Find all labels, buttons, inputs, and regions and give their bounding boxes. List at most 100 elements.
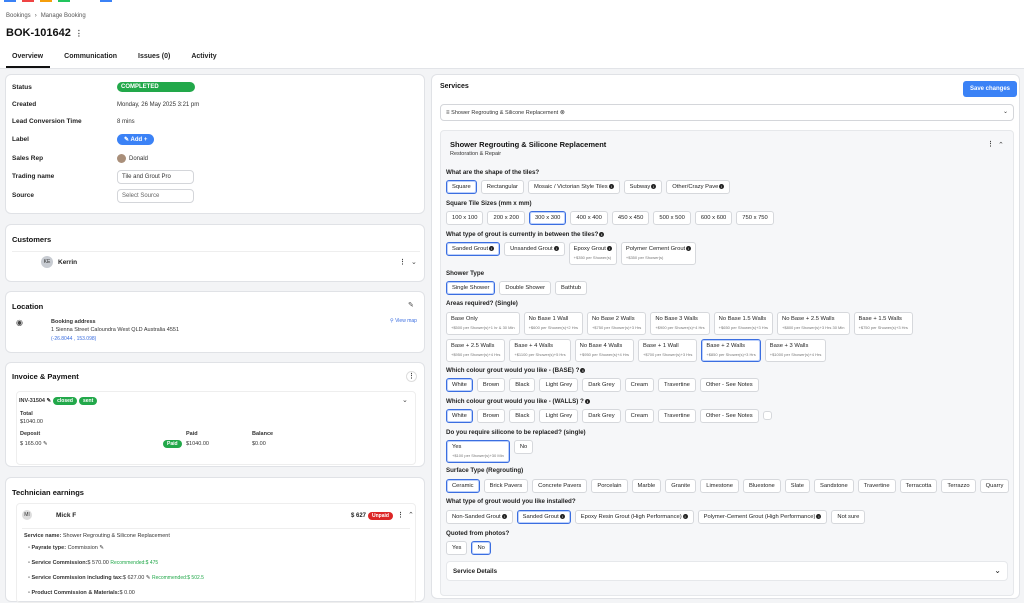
option-colour[interactable]: Light Grey bbox=[539, 409, 579, 423]
option-colour[interactable]: Brown bbox=[476, 378, 506, 392]
tab-activity[interactable]: Activity bbox=[185, 50, 223, 68]
option-colour[interactable]: Other - See Notes bbox=[699, 409, 759, 423]
option-silicone-no[interactable]: No bbox=[513, 440, 534, 454]
chevron-down-icon[interactable]: ⌄ bbox=[402, 396, 408, 404]
option-size[interactable]: 450 x 450 bbox=[611, 211, 650, 225]
chevron-up-icon[interactable]: ⌃ bbox=[408, 511, 414, 519]
service-details-accordion[interactable]: Service Details ⌄ bbox=[446, 561, 1008, 581]
edit-icon[interactable]: ✎ bbox=[146, 575, 151, 581]
add-label-button[interactable]: ✎ Add + bbox=[117, 134, 155, 145]
option-polymer-grout[interactable]: Polymer Cement Grout i +$350 per Shower(s) bbox=[620, 242, 697, 266]
option-not-sure[interactable]: Not sure bbox=[831, 510, 866, 524]
more-icon[interactable]: ⋮ bbox=[397, 511, 404, 519]
option-double-shower[interactable]: Double Shower bbox=[499, 281, 552, 295]
option-single-shower[interactable]: Single Shower bbox=[446, 281, 496, 295]
chevron-down-icon[interactable]: ⌄ bbox=[994, 566, 1001, 575]
option-size[interactable]: 100 x 100 bbox=[446, 211, 484, 225]
option-surface[interactable]: Porcelain bbox=[591, 479, 628, 493]
edit-icon[interactable]: ✎ bbox=[99, 545, 104, 551]
more-icon[interactable]: ⋮ bbox=[74, 29, 84, 39]
option-surface[interactable]: Ceramic bbox=[446, 479, 480, 493]
services-select[interactable]: ≡ Shower Regrouting & Silicone Replaceme… bbox=[440, 104, 1014, 121]
option-area[interactable]: Base + 2.5 Walls +$950 per Shower(s)+4 Hr… bbox=[446, 339, 506, 362]
option-colour[interactable]: White bbox=[446, 378, 473, 392]
option-epoxy-grout[interactable]: Epoxy Grout i +$350 per Shower(s) bbox=[568, 242, 617, 266]
option-colour[interactable]: Black bbox=[509, 378, 536, 392]
close-icon[interactable]: ⊗ bbox=[560, 110, 565, 116]
option-colour[interactable]: Travertine bbox=[658, 409, 696, 423]
option-colour[interactable]: Dark Grey bbox=[582, 378, 621, 392]
extra-checkbox[interactable] bbox=[762, 411, 772, 420]
tab-overview[interactable]: Overview bbox=[6, 50, 51, 68]
option-surface[interactable]: Limestone bbox=[700, 479, 739, 493]
option-size[interactable]: 300 x 300 bbox=[528, 211, 567, 225]
option-colour[interactable]: Dark Grey bbox=[582, 409, 621, 423]
option-colour[interactable]: Light Grey bbox=[539, 378, 579, 392]
option-surface[interactable]: Terrazzo bbox=[941, 479, 976, 493]
customer-name[interactable]: Kerrin bbox=[58, 259, 77, 266]
option-colour[interactable]: Brown bbox=[476, 409, 506, 423]
edit-icon[interactable]: ✎ bbox=[408, 301, 414, 309]
option-sanded-grout[interactable]: Sanded Grout i bbox=[446, 242, 501, 256]
technician-name[interactable]: Mick F bbox=[56, 512, 76, 519]
option-area[interactable]: No Base + 2.5 Walls +$800 per Shower(s)+3… bbox=[777, 312, 850, 335]
trading-name-input[interactable]: Tile and Grout Pro bbox=[117, 170, 194, 184]
option-crazy-pave[interactable]: Other/Crazy Pave i bbox=[666, 180, 731, 194]
option-size[interactable]: 750 x 750 bbox=[736, 211, 774, 225]
option-area[interactable]: No Base 3 Walls +$900 per Shower(s)+4 Hrs bbox=[650, 312, 710, 335]
option-surface[interactable]: Terracotta bbox=[899, 479, 938, 493]
tab-communication[interactable]: Communication bbox=[58, 50, 124, 68]
option-size[interactable]: 400 x 400 bbox=[570, 211, 608, 225]
option-area[interactable]: No Base 2 Walls +$750 per Shower(s)+3 Hrs bbox=[586, 312, 647, 335]
more-icon[interactable]: ⋮ bbox=[399, 258, 406, 266]
option-colour[interactable]: White bbox=[446, 409, 473, 423]
option-bathtub[interactable]: Bathtub bbox=[555, 281, 588, 295]
option-size[interactable]: 200 x 200 bbox=[487, 211, 525, 225]
option-surface[interactable]: Granite bbox=[665, 479, 697, 493]
option-surface[interactable]: Marble bbox=[631, 479, 662, 493]
option-colour[interactable]: Other - See Notes bbox=[699, 378, 759, 392]
option-area[interactable]: Base + 1.5 Walls +$750 per Shower(s)+3 Hr… bbox=[853, 312, 913, 335]
chevron-down-icon[interactable]: ⌄ bbox=[1003, 108, 1008, 115]
option-colour[interactable]: Cream bbox=[624, 409, 655, 423]
option-quoted-no[interactable]: No bbox=[471, 541, 491, 555]
more-icon[interactable]: ⋮ bbox=[987, 140, 994, 148]
option-surface[interactable]: Bluestone bbox=[743, 479, 781, 493]
option-silicone-yes[interactable]: Yes +$100 per Shower(s)+30 Min bbox=[446, 440, 510, 463]
save-changes-button[interactable]: Save changes bbox=[963, 81, 1018, 97]
option-rectangular[interactable]: Rectangular bbox=[480, 180, 524, 194]
option-quoted-yes[interactable]: Yes bbox=[446, 541, 468, 555]
option-area[interactable]: No Base 1.5 Walls +$650 per Shower(s)+3 H… bbox=[713, 312, 774, 335]
option-area[interactable]: Base + 2 Walls +$850 per Shower(s)+3 Hrs bbox=[701, 339, 761, 362]
option-size[interactable]: 600 x 600 bbox=[694, 211, 733, 225]
option-colour[interactable]: Travertine bbox=[658, 378, 696, 392]
breadcrumb-root[interactable]: Bookings bbox=[6, 13, 31, 19]
option-epoxy-resin[interactable]: Epoxy Resin Grout (High Performance) i bbox=[574, 510, 694, 524]
option-surface[interactable]: Slate bbox=[784, 479, 811, 493]
option-surface[interactable]: Travertine bbox=[857, 479, 896, 493]
edit-icon[interactable]: ✎ bbox=[47, 398, 52, 404]
option-area[interactable]: No Base 4 Walls +$950 per Shower(s)+4 Hrs bbox=[574, 339, 635, 362]
option-area[interactable]: Base + 3 Walls +$1000 per Shower(s)+4 Hrs bbox=[764, 339, 827, 362]
option-size[interactable]: 500 x 500 bbox=[653, 211, 691, 225]
option-surface[interactable]: Sandstone bbox=[814, 479, 854, 493]
option-sanded[interactable]: Sanded Grout i bbox=[516, 510, 571, 524]
source-select[interactable]: Select Source bbox=[117, 189, 194, 203]
edit-icon[interactable]: ✎ bbox=[43, 441, 48, 447]
option-area[interactable]: Base + 1 Wall +$700 per Shower(s)+3 Hrs bbox=[638, 339, 698, 362]
option-surface[interactable]: Concrete Pavers bbox=[532, 479, 588, 493]
invoice-row[interactable]: INV-31504 ✎ closed sent bbox=[19, 397, 98, 405]
option-area[interactable]: No Base 1 Wall +$600 per Shower(s)+2 Hrs bbox=[523, 312, 583, 335]
more-icon[interactable]: ⋮ bbox=[406, 371, 417, 382]
option-mosaic[interactable]: Mosaic / Victorian Style Tiles i bbox=[527, 180, 620, 194]
option-subway[interactable]: Subway i bbox=[623, 180, 663, 194]
option-colour[interactable]: Cream bbox=[624, 378, 655, 392]
option-surface[interactable]: Quarry bbox=[979, 479, 1010, 493]
option-colour[interactable]: Black bbox=[509, 409, 536, 423]
option-surface[interactable]: Brick Pavers bbox=[483, 479, 529, 493]
view-map-link[interactable]: ⚲ View map bbox=[390, 318, 417, 324]
tab-issues[interactable]: Issues (0) bbox=[132, 50, 177, 68]
invoice-number[interactable]: INV-31504 bbox=[19, 398, 45, 404]
option-area[interactable]: Base + 4 Walls +$1100 per Shower(s)+5 Hrs bbox=[509, 339, 571, 362]
option-unsanded-grout[interactable]: Unsanded Grout i bbox=[504, 242, 565, 256]
